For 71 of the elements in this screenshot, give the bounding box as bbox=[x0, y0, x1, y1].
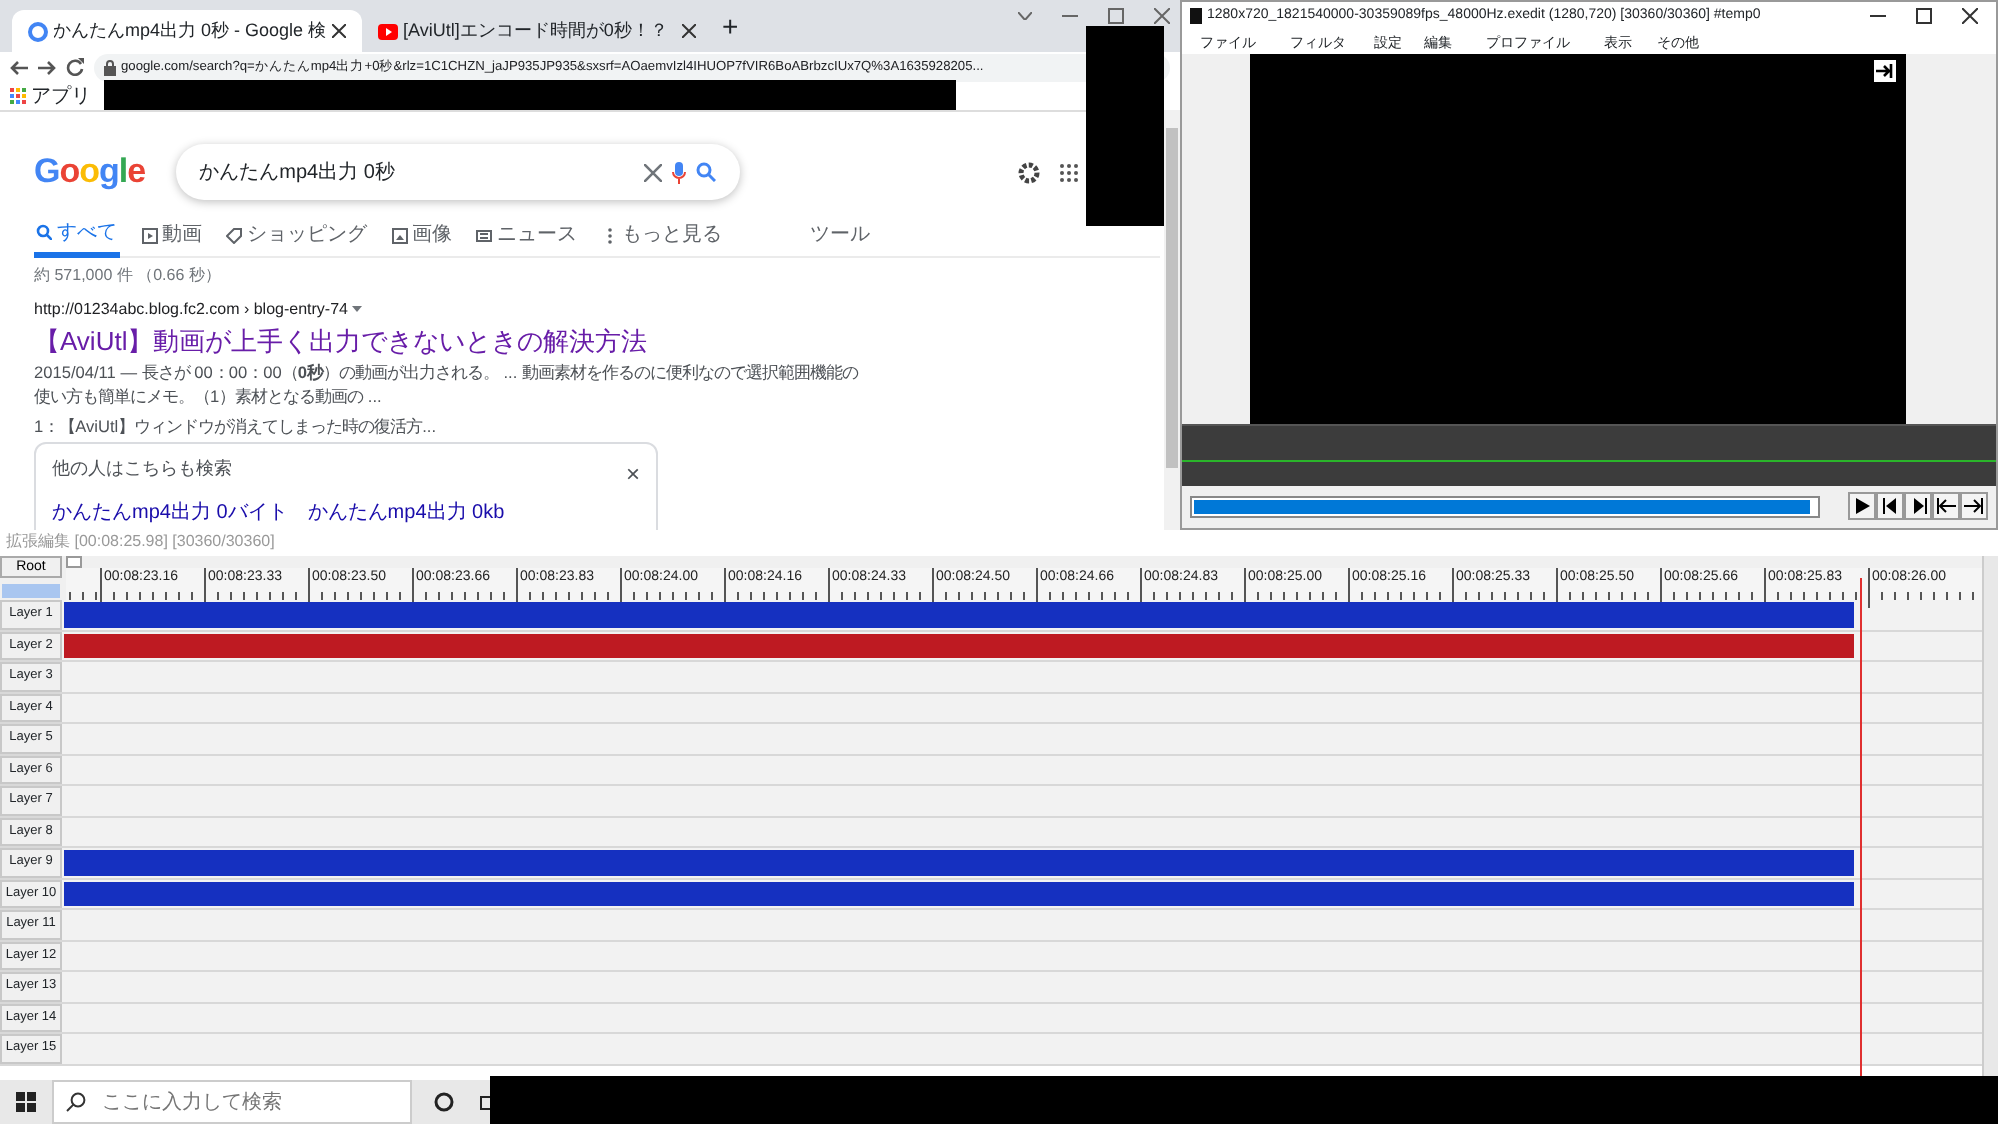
seek-bar[interactable] bbox=[1190, 495, 1820, 517]
go-to-start-icon bbox=[1934, 494, 1958, 518]
maximize-icon[interactable] bbox=[1916, 8, 1932, 24]
related-title: 他の人はこちらも検索 bbox=[52, 456, 232, 483]
related-link[interactable]: かんたんmp4出力 0kb bbox=[307, 497, 505, 528]
timeline-clip[interactable] bbox=[64, 602, 1854, 627]
video-site-icon bbox=[378, 21, 398, 41]
taskbar-search-field[interactable]: ここに入力して検索 bbox=[52, 1080, 412, 1124]
play-button[interactable] bbox=[1848, 492, 1876, 520]
clear-icon[interactable] bbox=[643, 163, 662, 181]
search-tab[interactable]: 動画 bbox=[139, 213, 204, 257]
close-icon[interactable] bbox=[1962, 8, 1978, 24]
previous-frame-icon bbox=[1878, 494, 1902, 518]
apps-grid-icon[interactable] bbox=[1059, 163, 1078, 181]
search-tab[interactable]: 画像 bbox=[389, 213, 454, 257]
play-icon bbox=[1850, 494, 1874, 518]
site-icon bbox=[28, 21, 48, 41]
timeline-clip[interactable] bbox=[64, 633, 1854, 658]
sitelink[interactable]: 1：【AviUtl】ウィンドウが消えてしまった時の復活方... bbox=[34, 413, 437, 438]
start-icon[interactable] bbox=[16, 1092, 36, 1112]
related-link[interactable]: かんたんmp4出力 0バイト bbox=[52, 497, 288, 528]
browser-tab[interactable]: [AviUtl]エンコード時間が0秒！？ bbox=[362, 10, 712, 52]
collapse-icon[interactable] bbox=[1874, 60, 1896, 82]
search-tab[interactable]: もっと見る bbox=[599, 213, 724, 257]
search-tab[interactable]: ツール bbox=[808, 213, 872, 257]
scroll-left-button[interactable] bbox=[66, 556, 82, 568]
cortana-icon[interactable] bbox=[434, 1092, 454, 1112]
zoom-slider[interactable] bbox=[2, 583, 60, 597]
timeline-clip[interactable] bbox=[64, 850, 1854, 875]
tab-title: [AviUtl]エンコード時間が0秒！？ bbox=[403, 17, 670, 44]
reload-icon[interactable] bbox=[66, 58, 84, 76]
close-icon[interactable] bbox=[332, 24, 346, 38]
search-box[interactable]: かんたんmp4出力 0秒 bbox=[175, 144, 740, 200]
result-title-link[interactable]: 【AviUtl】動画が上手く出力できないときの解決方法 bbox=[34, 321, 648, 360]
next-frame-button[interactable] bbox=[1904, 492, 1932, 520]
go-to-end-button[interactable] bbox=[1960, 492, 1988, 520]
search-icon bbox=[36, 224, 52, 240]
result-snippet: 2015/04/11 — 長さが 00：00：00（0秒）の動画が出力される。 ... 動画素材を作るのに便利なので選択範囲機能の使い方も簡単にメモ。（1）素材となる動画の ... bbox=[34, 360, 860, 408]
search-tab[interactable]: ニュース bbox=[474, 213, 579, 257]
result-url: http://01234abc.blog.fc2.com › blog-entry-74 bbox=[34, 297, 348, 321]
search-icon[interactable] bbox=[695, 162, 716, 182]
browser-tab[interactable]: かんたんmp4出力 0秒 - Google 検 bbox=[12, 10, 362, 52]
app-icon bbox=[1190, 8, 1202, 24]
play-icon bbox=[141, 227, 157, 243]
back-icon[interactable] bbox=[10, 59, 28, 75]
lock-icon bbox=[104, 59, 116, 75]
new-tab-button[interactable]: + bbox=[722, 5, 739, 47]
previous-frame-button[interactable] bbox=[1876, 492, 1904, 520]
go-to-start-button[interactable] bbox=[1932, 492, 1960, 520]
close-icon[interactable] bbox=[682, 24, 696, 38]
settings-icon[interactable] bbox=[1017, 161, 1040, 183]
image-icon bbox=[391, 227, 407, 243]
scrollbar[interactable] bbox=[1164, 110, 1180, 530]
search-tab[interactable]: すべて bbox=[34, 213, 119, 257]
go-to-end-icon bbox=[1962, 494, 1986, 518]
tab-title: かんたんmp4出力 0秒 - Google 検 bbox=[53, 17, 327, 44]
dropdown-icon[interactable] bbox=[352, 306, 363, 312]
tag-icon bbox=[226, 227, 242, 243]
bookmark-link[interactable]: アプリ bbox=[31, 81, 91, 111]
google-logo[interactable]: Google bbox=[34, 146, 146, 198]
search-icon bbox=[66, 1092, 86, 1112]
microphone-icon[interactable] bbox=[671, 161, 686, 183]
search-tab[interactable]: ショッピング bbox=[224, 213, 369, 257]
dropdown-icon[interactable] bbox=[1018, 12, 1032, 20]
apps-grid-icon[interactable] bbox=[10, 88, 26, 104]
forward-icon[interactable] bbox=[38, 59, 56, 75]
scrollbar[interactable] bbox=[1982, 556, 1998, 1080]
news-icon bbox=[476, 227, 492, 243]
close-button[interactable]: × bbox=[625, 456, 640, 493]
result-stats: 約 571,000 件 （0.66 秒） bbox=[34, 263, 223, 287]
timeline-clip[interactable] bbox=[64, 881, 1854, 906]
